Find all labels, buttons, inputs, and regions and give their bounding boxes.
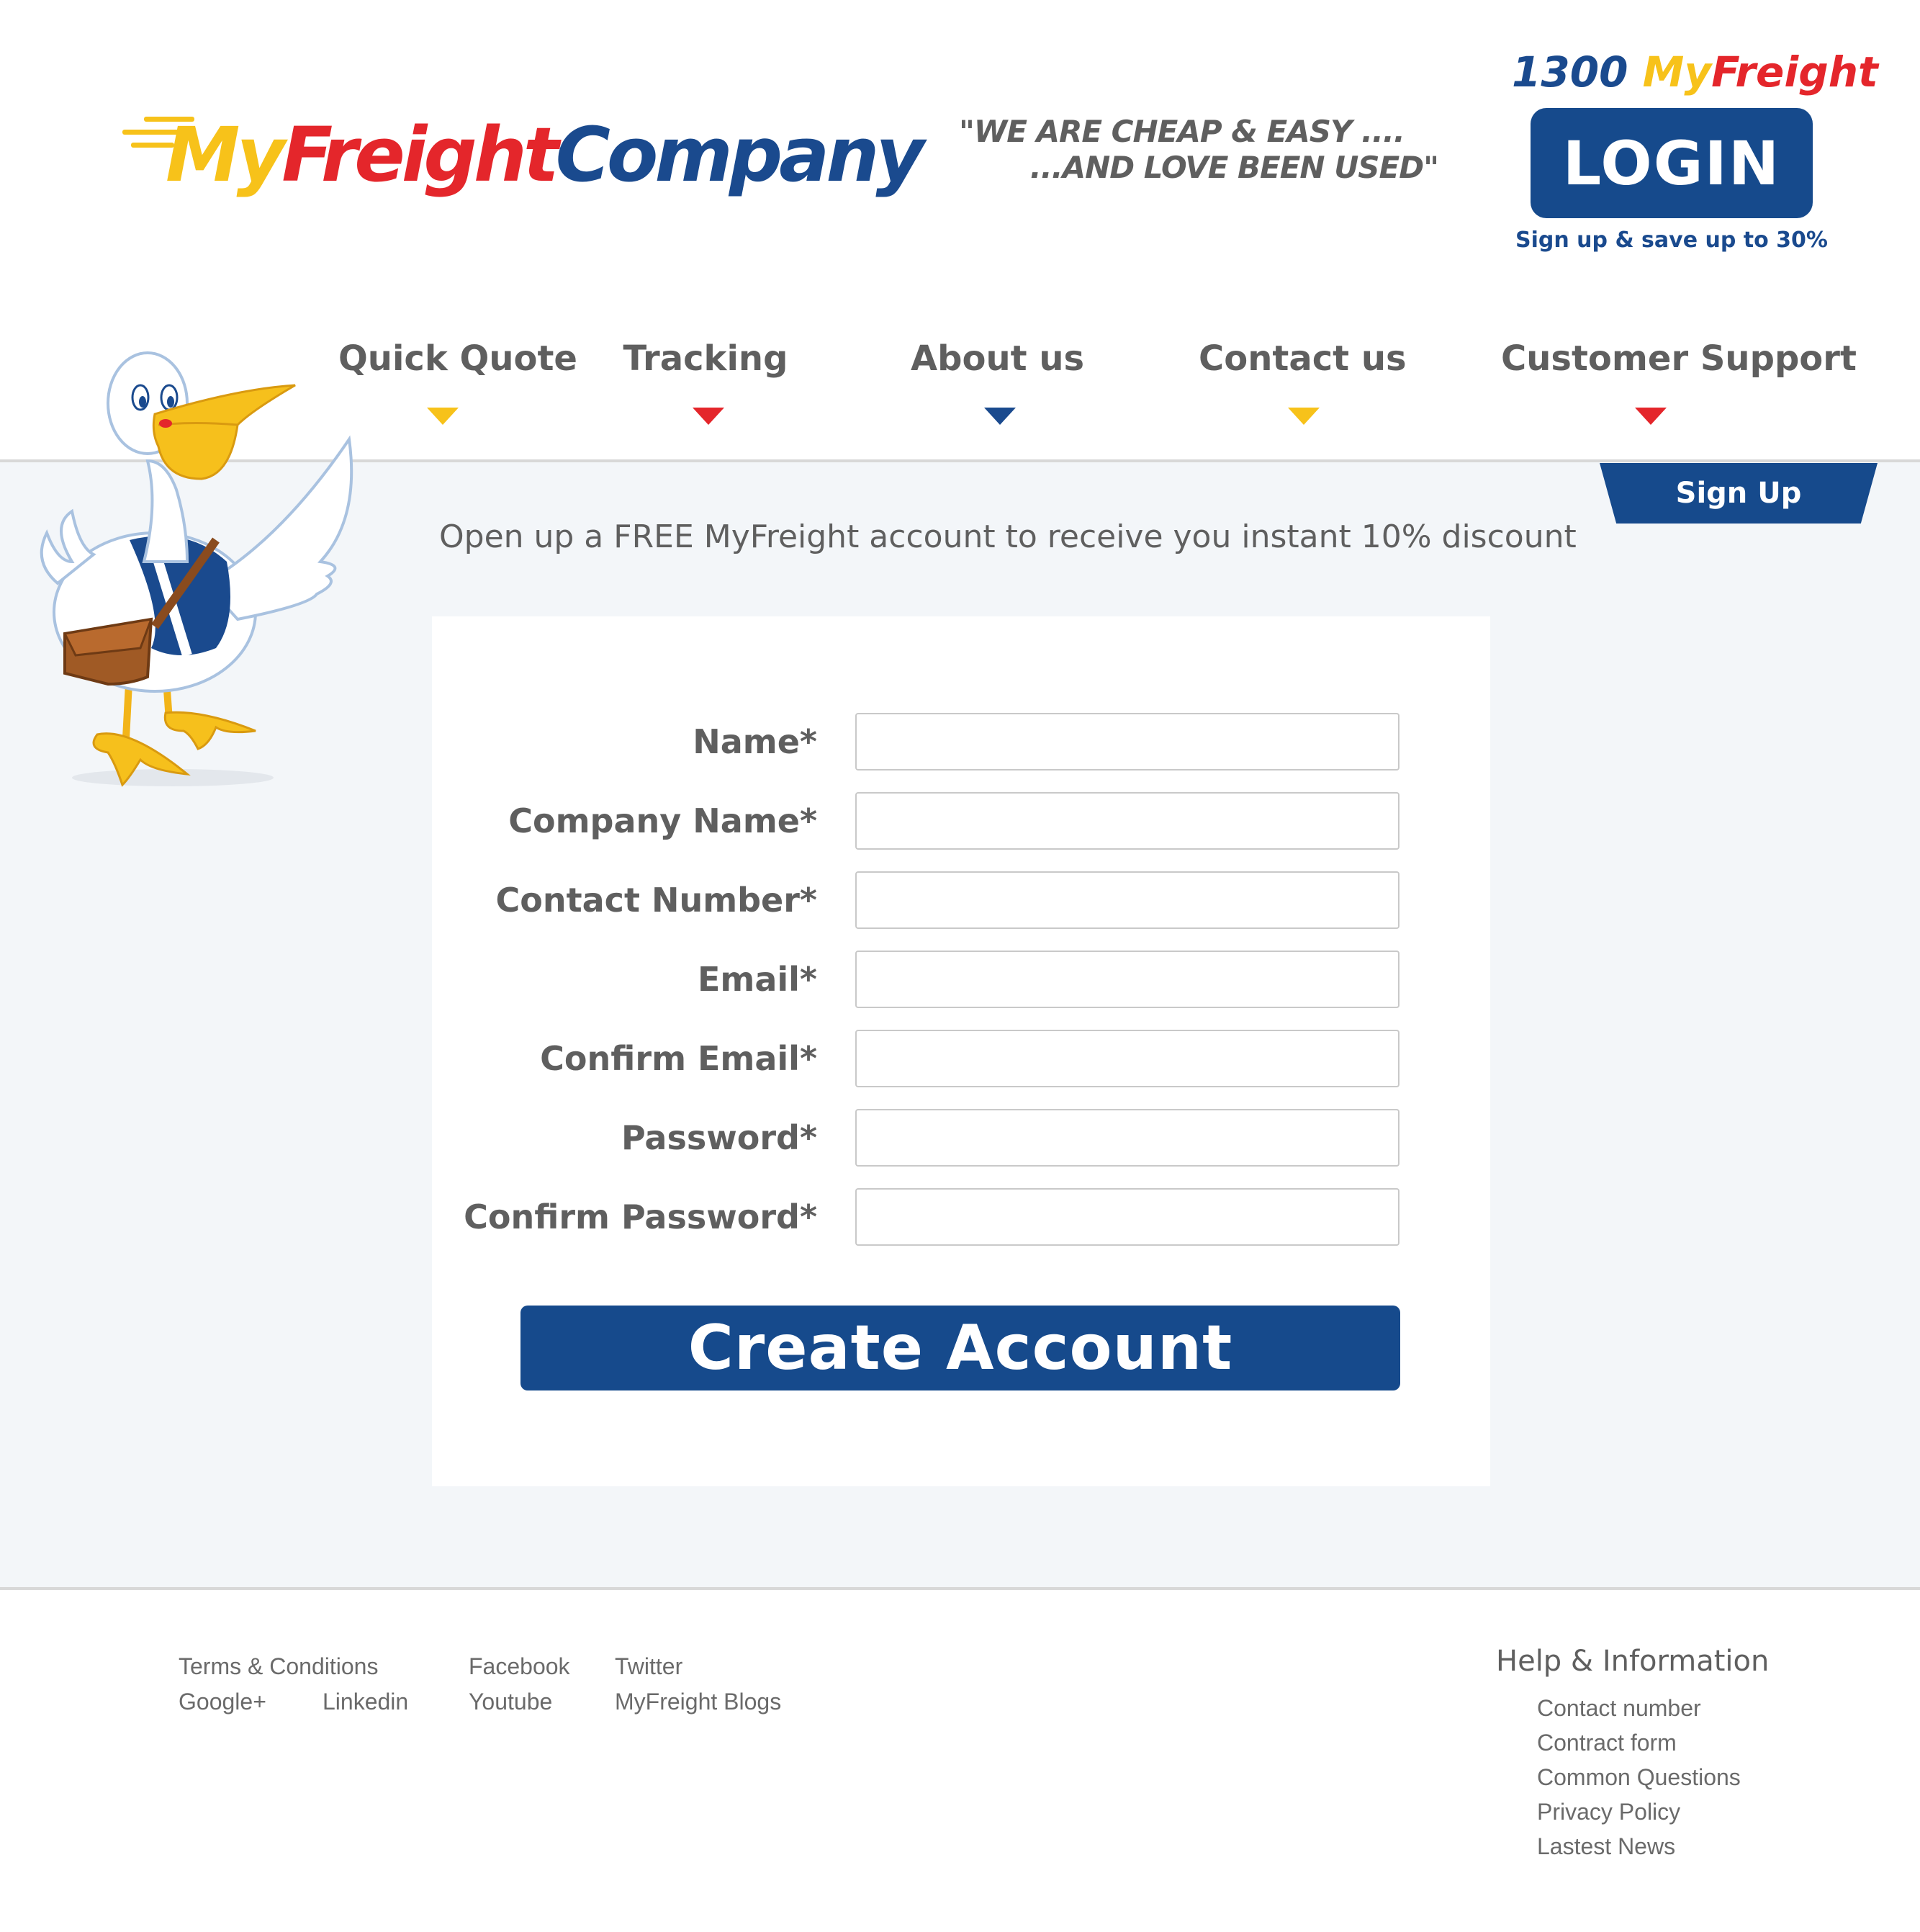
- signup-form: Name* Company Name* Contact Number* Emai…: [432, 616, 1490, 1486]
- nav-label: About us: [911, 338, 1085, 379]
- nav-item-about-us[interactable]: About us: [911, 338, 1085, 432]
- help-link-common-questions[interactable]: Common Questions: [1537, 1764, 1741, 1791]
- email-field[interactable]: [855, 951, 1400, 1008]
- footer-link-google[interactable]: Google+: [179, 1689, 266, 1715]
- footer-link-twitter[interactable]: Twitter: [615, 1653, 682, 1680]
- chevron-down-icon: [1288, 408, 1320, 425]
- confirm-email-field[interactable]: [855, 1030, 1400, 1087]
- nav-label: Contact us: [1199, 338, 1407, 379]
- slogan-line-2: ...AND LOVE BEEN USED": [1029, 150, 1439, 185]
- chevron-down-icon: [984, 408, 1016, 425]
- nav-item-contact-us[interactable]: Contact us: [1199, 338, 1407, 432]
- confirm-password-label: Confirm Password*: [464, 1198, 817, 1236]
- chevron-down-icon: [1635, 408, 1667, 425]
- contact-number-field[interactable]: [855, 871, 1400, 929]
- nav-item-tracking[interactable]: Tracking: [619, 338, 792, 432]
- nav-label: Customer Support: [1501, 338, 1857, 379]
- logo-wordmark: MyFreightCompany: [166, 108, 925, 202]
- phone-my: My: [1642, 48, 1712, 96]
- slogan-line-1: "WE ARE CHEAP & EASY ....: [959, 114, 1405, 149]
- contact-number-label: Contact Number*: [495, 881, 817, 920]
- form-row-name: Name*: [432, 713, 1490, 770]
- form-row-password: Password*: [432, 1109, 1490, 1167]
- tab-sign-up[interactable]: Sign Up: [1600, 463, 1878, 524]
- name-field[interactable]: [855, 713, 1400, 770]
- help-information-title: Help & Information: [1496, 1645, 1770, 1678]
- logo-my: My: [166, 111, 285, 199]
- company-name-field[interactable]: [855, 792, 1400, 850]
- help-link-privacy-policy[interactable]: Privacy Policy: [1537, 1799, 1680, 1825]
- logo[interactable]: MyFreightCompany: [122, 108, 924, 202]
- company-name-label: Company Name*: [508, 801, 817, 840]
- logo-company: Company: [555, 111, 925, 199]
- pelican-mascot-icon: [40, 351, 353, 787]
- nav-item-customer-support[interactable]: Customer Support: [1501, 338, 1857, 432]
- logo-freight: Freight: [281, 111, 559, 199]
- email-label: Email*: [698, 960, 817, 999]
- footer-link-terms[interactable]: Terms & Conditions: [179, 1653, 378, 1680]
- phone-digits: 1300: [1512, 48, 1643, 96]
- chevron-down-icon: [693, 408, 724, 425]
- name-label: Name*: [693, 722, 817, 761]
- footer-divider: [0, 1587, 1920, 1590]
- password-field[interactable]: [855, 1109, 1400, 1167]
- signup-intro: Open up a FREE MyFreight account to rece…: [439, 518, 1577, 555]
- password-label: Password*: [621, 1118, 817, 1157]
- help-link-latest-news[interactable]: Lastest News: [1537, 1833, 1675, 1860]
- chevron-down-icon: [427, 408, 459, 425]
- footer-link-linkedin[interactable]: Linkedin: [323, 1689, 408, 1715]
- footer-link-facebook[interactable]: Facebook: [469, 1653, 570, 1680]
- footer-link-blogs[interactable]: MyFreight Blogs: [615, 1689, 781, 1715]
- form-row-contact: Contact Number*: [432, 871, 1490, 929]
- signup-save-link[interactable]: Sign up & save up to 30%: [1512, 228, 1831, 253]
- form-row-confirm-password: Confirm Password*: [432, 1188, 1490, 1246]
- phone-freight: Freight: [1711, 48, 1878, 96]
- nav-label: Tracking: [623, 338, 788, 379]
- confirm-password-field[interactable]: [855, 1188, 1400, 1246]
- form-row-company: Company Name*: [432, 792, 1490, 850]
- confirm-email-label: Confirm Email*: [540, 1039, 817, 1078]
- form-row-email: Email*: [432, 951, 1490, 1008]
- help-link-contract-form[interactable]: Contract form: [1537, 1730, 1677, 1756]
- create-account-button[interactable]: Create Account: [520, 1306, 1400, 1390]
- login-button[interactable]: LOGIN: [1531, 108, 1813, 218]
- help-link-contact-number[interactable]: Contact number: [1537, 1695, 1701, 1722]
- slogan: "WE ARE CHEAP & EASY .... ...AND LOVE BE…: [950, 114, 1447, 193]
- footer-link-youtube[interactable]: Youtube: [469, 1689, 552, 1715]
- form-row-confirm-email: Confirm Email*: [432, 1030, 1490, 1087]
- phone-number[interactable]: 1300 MyFreight: [1512, 48, 1878, 96]
